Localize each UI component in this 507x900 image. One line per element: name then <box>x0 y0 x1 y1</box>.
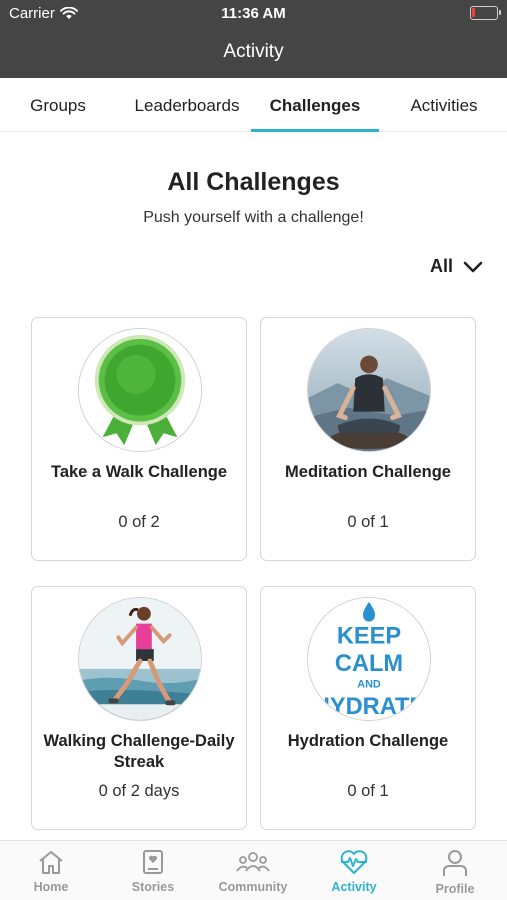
calm-text: CALM <box>335 651 403 677</box>
segment-tabs: Groups Leaderboards Challenges Activitie… <box>0 78 507 132</box>
filter-label: All <box>429 256 453 276</box>
keep-calm-hydrate-image: KEEP CALM AND HYDRATE <box>307 597 431 721</box>
challenge-title: Walking Challenge-Daily Streak <box>43 732 235 771</box>
home-icon <box>39 851 63 874</box>
bottom-nav-label: Stories <box>131 880 175 894</box>
navigation-bar: Carrier 11:36 AM Activity <box>0 0 507 78</box>
page-title: All Challenges <box>167 168 340 196</box>
bottom-nav-home[interactable]: Home <box>6 849 96 894</box>
and-text: AND <box>357 679 381 691</box>
tab-leaderboards[interactable]: Leaderboards <box>124 78 250 132</box>
bottom-tab-bar: Home Stories Community Activity Profile <box>0 840 507 900</box>
tab-activities[interactable]: Activities <box>391 78 497 132</box>
bottom-nav-stories[interactable]: Stories <box>108 849 198 894</box>
page-header-title: Activity <box>223 41 284 62</box>
bottom-nav-community[interactable]: Community <box>208 849 298 894</box>
person-icon <box>443 850 467 876</box>
status-bar: Carrier 11:36 AM <box>0 0 507 28</box>
meditation-image <box>307 328 431 452</box>
challenge-progress: 0 of 2 days <box>98 782 180 800</box>
tab-challenges[interactable]: Challenges <box>251 78 379 132</box>
tab-groups[interactable]: Groups <box>12 78 104 132</box>
battery-icon <box>470 6 501 20</box>
bottom-nav-label: Profile <box>435 882 475 896</box>
heart-pulse-icon <box>340 850 368 874</box>
page-subtitle: Push yourself with a challenge! <box>143 209 364 226</box>
challenge-card-meditation[interactable]: Meditation Challenge 0 of 1 <box>260 317 476 561</box>
keep-text: KEEP <box>337 623 401 649</box>
challenge-card-walking-streak[interactable]: Walking Challenge-Daily Streak 0 of 2 da… <box>31 586 247 830</box>
bottom-nav-label: Community <box>218 880 288 894</box>
bottom-nav-profile[interactable]: Profile <box>410 849 500 896</box>
status-time: 11:36 AM <box>221 5 286 22</box>
bottom-nav-label: Home <box>33 880 69 894</box>
bottom-nav-label: Activity <box>331 880 377 894</box>
chevron-down-icon <box>463 261 483 272</box>
people-icon <box>236 852 270 872</box>
challenge-title: Take a Walk Challenge <box>50 463 228 481</box>
challenge-progress: 0 of 1 <box>347 513 389 531</box>
ribbon-badge-image <box>78 328 202 452</box>
challenge-card-take-a-walk[interactable]: Take a Walk Challenge 0 of 2 <box>31 317 247 561</box>
challenge-card-hydration[interactable]: KEEP CALM AND HYDRATE Hydration Challeng… <box>260 586 476 830</box>
walking-woman-image <box>78 597 202 721</box>
bottom-nav-activity[interactable]: Activity <box>309 849 399 894</box>
challenge-progress: 0 of 1 <box>347 782 389 800</box>
hydrate-text: HYDRATE <box>313 694 425 720</box>
filter-dropdown[interactable]: All <box>430 256 483 277</box>
challenge-title: Hydration Challenge <box>287 732 449 750</box>
challenge-title: Meditation Challenge <box>285 463 451 481</box>
book-icon <box>143 850 163 874</box>
challenge-progress: 0 of 2 <box>118 513 160 531</box>
